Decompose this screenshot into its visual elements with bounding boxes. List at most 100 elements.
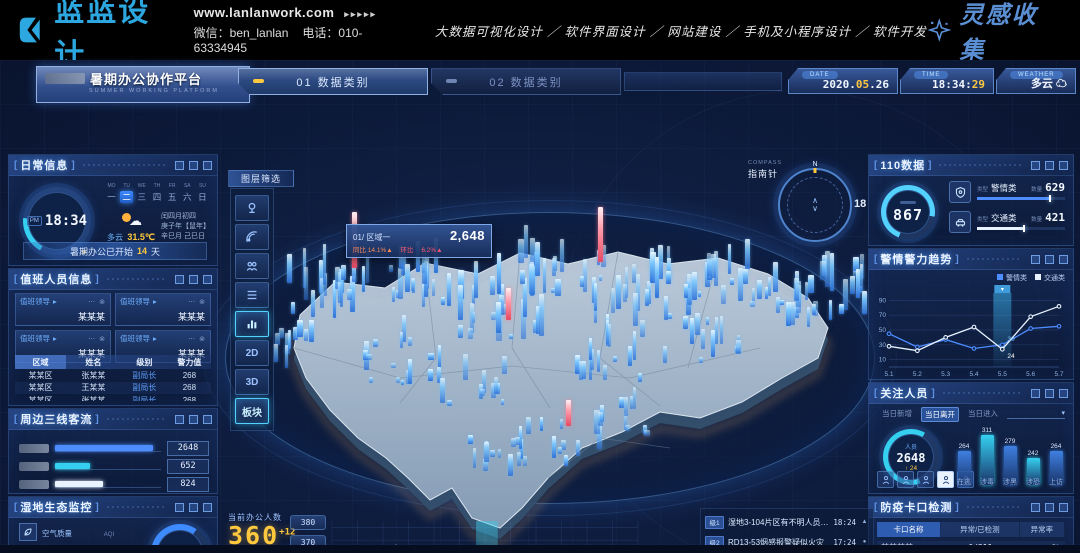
fullscreen-icon[interactable] — [203, 415, 212, 424]
collapse-icon[interactable] — [1031, 161, 1040, 170]
duty-leader-card[interactable]: 值班领导▸⋯ ⊗某某某 — [115, 293, 211, 326]
fullscreen-icon[interactable] — [1059, 503, 1068, 512]
fullscreen-icon[interactable] — [203, 161, 212, 170]
duty-table-row: 某某区王某某副局长268 — [15, 382, 211, 395]
lunar-line: 闰四月初四 — [161, 212, 211, 222]
collapse-icon[interactable] — [1031, 255, 1040, 264]
weather-segment: WEATHER 多云 ☁ — [996, 68, 1076, 94]
time-segment: TIME 18:34:29 — [900, 68, 994, 94]
window-icon[interactable] — [1045, 503, 1054, 512]
window-icon[interactable] — [189, 503, 198, 512]
checkpoint-col-2[interactable]: 异常率 — [1020, 522, 1065, 537]
tab-data-category-2[interactable]: 02 数据类别 — [431, 68, 621, 95]
weekday-sa: SA六 — [181, 183, 194, 203]
focus-category-dropdown[interactable]: ▾ — [1007, 409, 1065, 419]
website-link[interactable]: www.lanlanwork.com — [194, 5, 335, 20]
city-3d-map[interactable] — [240, 238, 850, 548]
radar-layer-icon[interactable] — [235, 224, 269, 250]
window-icon[interactable] — [1045, 255, 1054, 264]
focus-bar-label: 涉黑 — [1001, 477, 1019, 487]
svg-text:24: 24 — [1007, 353, 1015, 360]
focus-tab-当日新增[interactable]: 当日新增 — [879, 407, 915, 422]
list-layer-icon[interactable] — [235, 282, 269, 308]
blurred-line-name — [19, 462, 49, 471]
camera-layer-icon[interactable] — [235, 195, 269, 221]
close-icon: ⊗ — [99, 299, 106, 306]
collapse-icon[interactable] — [1031, 389, 1040, 398]
window-icon[interactable] — [189, 415, 198, 424]
weekday-th: TH四 — [150, 183, 163, 203]
focus-tab-当日离开[interactable]: 当日离开 — [921, 407, 959, 422]
svg-text:5.5: 5.5 — [998, 371, 1007, 377]
window-icon[interactable] — [189, 161, 198, 170]
alert-text: 湿地3-104片区有不明人员闯入 — [728, 517, 829, 528]
checkpoint-col-1[interactable]: 异常/已检测 — [941, 522, 1020, 537]
panel-title: 防疫卡口检测 — [880, 499, 952, 515]
weather-text: 多云 — [107, 233, 123, 242]
tooltip-value: 2,648 — [450, 228, 485, 243]
weekday-strip: MO一TU二WE三TH四FR五SA六SU日 — [105, 183, 209, 203]
compass[interactable]: N ∧∨ — [778, 168, 852, 242]
people-layer-icon[interactable] — [235, 253, 269, 279]
blurred-city-name — [45, 73, 85, 84]
duty-table: 区域姓名级别警力值某某区张某某副局长268某某区王某某副局长268某某区张某某副… — [15, 355, 211, 401]
collapse-icon[interactable] — [175, 415, 184, 424]
sparkle-star-icon — [927, 17, 952, 43]
window-icon[interactable] — [1045, 389, 1054, 398]
layer-filter-title: 图层筛选 — [228, 170, 294, 187]
chart-layer-icon[interactable] — [235, 311, 269, 337]
panel-110-data: [110数据] 867 类型警情类数量629类型交通类数量421 — [868, 154, 1074, 246]
collapse-icon[interactable] — [175, 161, 184, 170]
legend-item-警情类: 警情类 — [997, 273, 1027, 283]
layer-button-3D[interactable]: 3D — [235, 369, 269, 395]
fullscreen-icon[interactable] — [1059, 389, 1068, 398]
cloud-icon: ☁ — [1056, 78, 1067, 90]
alert-row[interactable]: 级1湿地3-104片区有不明人员闯入18:24▲ — [705, 512, 869, 532]
inspiration-collect-link[interactable]: 灵感收集 — [927, 0, 1058, 65]
lunar-line: 庚子年【鼠年】 — [161, 222, 211, 232]
contact-block: www.lanlanwork.com▸▸▸▸▸ 微信：ben_lanlan电话：… — [194, 5, 405, 55]
panel-title: 周边三线客流 — [20, 411, 92, 427]
fullscreen-icon[interactable] — [203, 275, 212, 284]
screenshot-root: 蓝蓝设计 www.lanlanwork.com▸▸▸▸▸ 微信：ben_lanl… — [0, 0, 1080, 553]
flow-value: 824 — [167, 477, 209, 492]
partly-cloudy-icon: ☁ — [120, 213, 142, 227]
platform-title: 暑期办公协作平台 — [90, 69, 202, 88]
focus-person-filter-icon[interactable] — [937, 471, 954, 488]
collapse-icon[interactable] — [175, 503, 184, 512]
weather-widget: ☁ 多云 31.5℃ — [105, 213, 157, 245]
window-icon[interactable] — [189, 275, 198, 284]
layer-button-2D[interactable]: 2D — [235, 340, 269, 366]
focus-bar: 264 — [955, 423, 973, 485]
aqi-unit: AQI — [104, 532, 114, 538]
checkpoint-col-0[interactable]: 卡口名称 — [877, 522, 941, 537]
focus-tab-当日进入[interactable]: 当日进入 — [965, 407, 1001, 422]
platform-subtitle: SUMMER WORKING PLATFORM — [89, 88, 241, 94]
panel-alarm-trend: [警情警力趋势] 警情类交通类 9070503010▾30245.15.25.3… — [868, 248, 1074, 380]
lunar-calendar: 闰四月初四庚子年【鼠年】辛巳月 己巳日 — [161, 212, 211, 242]
panel-title: 110数据 — [880, 157, 925, 173]
layer-button-板块[interactable]: 板块 — [235, 398, 269, 424]
window-icon[interactable] — [1045, 161, 1054, 170]
focus-bar-labels: 在逃涉毒涉黑涉恐上访 — [955, 477, 1065, 487]
panel-title: 湿地生态监控 — [20, 499, 92, 515]
tab-data-category-1[interactable]: 01 数据类别 — [238, 68, 428, 95]
fullscreen-icon[interactable] — [1059, 161, 1068, 170]
collapse-icon[interactable] — [175, 275, 184, 284]
badge-icon — [949, 181, 971, 203]
fullscreen-icon[interactable] — [203, 503, 212, 512]
svg-text:90: 90 — [879, 297, 887, 304]
duty-leader-cards: 值班领导▸⋯ ⊗某某某值班领导▸⋯ ⊗某某某值班领导▸⋯ ⊗某某某值班领导▸⋯ … — [15, 293, 211, 363]
alert-scroll-up-icon[interactable]: ▲ — [860, 519, 869, 525]
collapse-icon[interactable] — [1031, 503, 1040, 512]
panel-duty-staff: [值班人员信息] 值班领导▸⋯ ⊗某某某值班领导▸⋯ ⊗某某某值班领导▸⋯ ⊗某… — [8, 268, 218, 406]
weekday-tu: TU二 — [120, 183, 133, 203]
compass-arrows[interactable]: ∧∨ — [780, 170, 850, 240]
focus-bar-label: 在逃 — [955, 477, 973, 487]
focus-bar-label: 上访 — [1047, 477, 1065, 487]
collect-label: 灵感收集 — [959, 0, 1058, 65]
platform-title-block: 暑期办公协作平台 SUMMER WORKING PLATFORM — [36, 66, 250, 103]
tab-pill-icon — [253, 79, 264, 83]
duty-leader-card[interactable]: 值班领导▸⋯ ⊗某某某 — [15, 293, 111, 326]
fullscreen-icon[interactable] — [1059, 255, 1068, 264]
